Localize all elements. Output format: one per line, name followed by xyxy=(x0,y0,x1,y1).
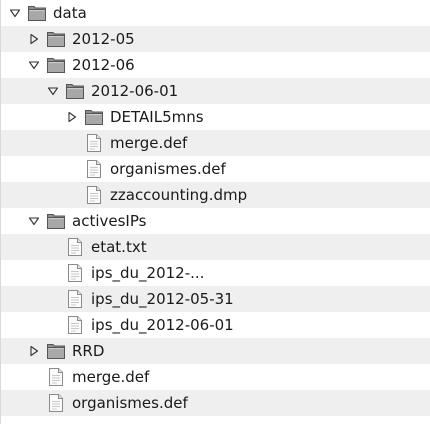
folder-icon xyxy=(65,81,85,101)
folder-icon xyxy=(46,55,66,75)
file-icon xyxy=(84,185,104,205)
tree-folder-activesips[interactable]: activesIPs xyxy=(1,208,430,234)
expander-collapsed-icon[interactable] xyxy=(27,344,41,358)
tree-folder-2012-06[interactable]: 2012-06 xyxy=(1,52,430,78)
tree-file-organismes-def[interactable]: organismes.def xyxy=(1,156,430,182)
tree-item-label: organismes.def xyxy=(72,394,188,412)
expander-expanded-icon[interactable] xyxy=(8,6,22,20)
file-icon xyxy=(46,393,66,413)
tree-item-label: 2012-06-01 xyxy=(91,82,179,100)
tree-item-label: ips_du_2012-06-01 xyxy=(91,316,234,334)
file-icon xyxy=(84,159,104,179)
folder-icon xyxy=(46,341,66,361)
tree-item-label: merge.def xyxy=(110,134,188,152)
tree-item-label: zzaccounting.dmp xyxy=(110,186,248,204)
tree-file-ips-du-2012[interactable]: ips_du_2012-... xyxy=(1,260,430,286)
tree-item-label: organismes.def xyxy=(110,160,226,178)
folder-icon xyxy=(46,29,66,49)
file-icon xyxy=(65,263,85,283)
tree-file-ips-du-2012-05-31[interactable]: ips_du_2012-05-31 xyxy=(1,286,430,312)
file-icon xyxy=(46,367,66,387)
folder-icon xyxy=(46,211,66,231)
folder-icon xyxy=(27,3,47,23)
tree-folder-2012-05[interactable]: 2012-05 xyxy=(1,26,430,52)
tree-folder-data[interactable]: data xyxy=(1,0,430,26)
tree-folder-2012-06-01[interactable]: 2012-06-01 xyxy=(1,78,430,104)
tree-folder-detail5mns[interactable]: DETAIL5mns xyxy=(1,104,430,130)
tree-item-label: activesIPs xyxy=(72,212,147,230)
expander-collapsed-icon[interactable] xyxy=(65,110,79,124)
tree-file-merge-def[interactable]: merge.def xyxy=(1,364,430,390)
expander-collapsed-icon[interactable] xyxy=(27,32,41,46)
folder-icon xyxy=(84,107,104,127)
tree-item-label: 2012-05 xyxy=(72,30,135,48)
tree-item-label: 2012-06 xyxy=(72,56,135,74)
tree-item-label: DETAIL5mns xyxy=(110,108,204,126)
tree-item-label: etat.txt xyxy=(91,238,147,256)
file-tree: data 2012-05 2012-06 2012-06-01 DETAIL5mns me… xyxy=(0,0,430,424)
tree-file-ips-du-2012-06-01[interactable]: ips_du_2012-06-01 xyxy=(1,312,430,338)
tree-item-label: RRD xyxy=(72,342,105,360)
expander-expanded-icon[interactable] xyxy=(46,84,60,98)
tree-file-etat-txt[interactable]: etat.txt xyxy=(1,234,430,260)
expander-expanded-icon[interactable] xyxy=(27,58,41,72)
tree-file-organismes-def[interactable]: organismes.def xyxy=(1,390,430,416)
expander-expanded-icon[interactable] xyxy=(27,214,41,228)
tree-folder-rrd[interactable]: RRD xyxy=(1,338,430,364)
file-icon xyxy=(65,289,85,309)
tree-item-label: data xyxy=(53,4,87,22)
tree-item-label: ips_du_2012-05-31 xyxy=(91,290,234,308)
tree-item-label: ips_du_2012-... xyxy=(91,264,205,282)
file-icon xyxy=(65,315,85,335)
tree-file-zzaccounting-dmp[interactable]: zzaccounting.dmp xyxy=(1,182,430,208)
file-icon xyxy=(84,133,104,153)
file-icon xyxy=(65,237,85,257)
tree-item-label: merge.def xyxy=(72,368,150,386)
tree-file-merge-def[interactable]: merge.def xyxy=(1,130,430,156)
